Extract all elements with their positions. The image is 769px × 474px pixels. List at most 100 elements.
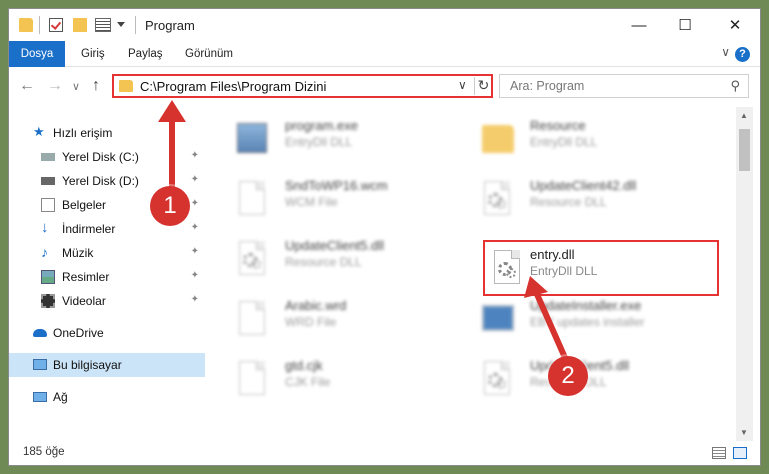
scroll-down-icon[interactable]: ▼ <box>740 428 748 437</box>
file-name: gtd.cjk <box>285 358 323 373</box>
properties-check-icon[interactable] <box>49 18 63 32</box>
expand-ribbon-icon[interactable]: ∨ <box>721 45 730 59</box>
sidebar-item-network[interactable]: Ağ <box>9 385 205 409</box>
file-item[interactable]: Arabic.wrd WRD File <box>225 291 465 347</box>
search-input[interactable]: Ara: Program <box>510 79 584 93</box>
file-item[interactable]: program.exe EntryDll DLL <box>225 111 465 167</box>
pin-icon: ✦ <box>190 270 199 281</box>
file-item[interactable]: UpdateClient5.dll Resource DLL <box>225 231 465 287</box>
minimize-button[interactable]: — <box>616 9 662 41</box>
back-icon[interactable]: ← <box>19 77 35 95</box>
installer-icon <box>480 299 516 339</box>
customize-toolbar-arrow-icon[interactable] <box>117 22 125 27</box>
drive-icon <box>41 153 55 161</box>
address-bar[interactable]: C:\Program Files\Program Dizini ∨ ↻ <box>112 74 493 98</box>
recent-locations-icon[interactable]: ∨ <box>72 80 80 93</box>
network-icon <box>33 392 47 402</box>
file-name: UpdateInstaller.exe <box>530 298 642 313</box>
file-item[interactable]: UpdateClient5.dll Resource DLL <box>470 351 710 407</box>
status-bar: 185 öğe <box>9 441 760 465</box>
pin-icon: ✦ <box>190 294 199 305</box>
pictures-icon <box>41 270 55 284</box>
file-item[interactable]: UpdateClient42.dll Resource DLL <box>470 171 710 227</box>
pin-icon: ✦ <box>190 246 199 257</box>
sidebar-item-label: İndirmeler <box>62 222 116 236</box>
file-type: EntryDll DLL <box>285 135 353 149</box>
address-path[interactable]: C:\Program Files\Program Dizini <box>140 79 326 94</box>
file-name: UpdateClient42.dll <box>530 178 637 193</box>
sidebar-item-this-pc[interactable]: Bu bilgisayar <box>9 353 205 377</box>
navigation-bar: ← → ∨ ↑ C:\Program Files\Program Dizini … <box>9 67 760 107</box>
maximize-button[interactable]: ☐ <box>662 9 708 41</box>
scrollbar-thumb[interactable] <box>739 129 750 171</box>
navigation-pane: ★ Hızlı erişim Yerel Disk (C:) ✦ Yerel D… <box>9 107 205 441</box>
pin-icon: ✦ <box>190 174 199 185</box>
document-icon <box>235 359 271 399</box>
sidebar-item-pictures[interactable]: Resimler ✦ <box>9 265 205 289</box>
file-item[interactable]: gtd.cjk CJK File <box>225 351 465 407</box>
pin-icon: ✦ <box>190 150 199 161</box>
item-count: 185 öğe <box>23 446 65 458</box>
selection-highlight-box <box>483 240 719 296</box>
file-type: CJK File <box>285 375 331 389</box>
tab-share[interactable]: Paylaş <box>128 41 163 67</box>
search-icon[interactable]: ⚲ <box>730 78 740 94</box>
file-type: WRD File <box>285 315 337 329</box>
file-name: SndToWP16.wcm <box>285 178 388 193</box>
chevron-down-icon[interactable]: ∨ <box>458 78 467 92</box>
file-name: Arabic.wrd <box>285 298 347 313</box>
cloud-icon <box>33 329 47 337</box>
file-name: Resource <box>530 118 586 133</box>
file-item[interactable]: UpdateInstaller.exe EBY updates installe… <box>470 291 710 347</box>
sidebar-item-label: Yerel Disk (C:) <box>62 150 139 164</box>
videos-icon <box>41 294 55 308</box>
folder-icon <box>480 119 516 159</box>
explorer-window: Program — ☐ ✕ Dosya Giriş Paylaş Görünüm… <box>8 8 761 466</box>
divider <box>135 16 136 34</box>
sidebar-item-label: Resimler <box>62 270 110 284</box>
file-type: Resource DLL <box>285 255 362 269</box>
tab-home[interactable]: Giriş <box>81 41 105 67</box>
customize-view-icon[interactable] <box>95 18 111 32</box>
dll-gear-icon <box>235 239 271 279</box>
sidebar-item-drive-c[interactable]: Yerel Disk (C:) ✦ <box>9 145 205 169</box>
sidebar-item-label: Hızlı erişim <box>53 126 113 140</box>
ribbon: Dosya Giriş Paylaş Görünüm ∨ ? <box>9 41 760 67</box>
details-view-icon[interactable] <box>712 447 726 459</box>
dll-gear-icon <box>480 359 516 399</box>
search-box[interactable]: Ara: Program ⚲ <box>499 74 749 98</box>
downloads-icon: ↓ <box>41 219 49 236</box>
application-icon <box>235 119 271 159</box>
title-bar: Program — ☐ ✕ <box>9 9 760 41</box>
folder-icon <box>19 18 33 32</box>
documents-icon <box>41 198 55 212</box>
file-item[interactable]: Resource EntryDll DLL <box>470 111 710 167</box>
document-icon <box>235 179 271 219</box>
forward-icon[interactable]: → <box>47 77 63 95</box>
close-button[interactable]: ✕ <box>712 9 758 41</box>
sidebar-item-label: Yerel Disk (D:) <box>62 174 139 188</box>
scroll-up-icon[interactable]: ▲ <box>740 111 748 120</box>
star-icon: ★ <box>33 124 45 139</box>
music-icon: ♪ <box>41 244 48 260</box>
tab-file[interactable]: Dosya <box>9 41 65 67</box>
sidebar-item-quick-access[interactable]: ★ Hızlı erişim <box>9 121 205 145</box>
sidebar-item-music[interactable]: ♪ Müzik ✦ <box>9 241 205 265</box>
tab-view[interactable]: Görünüm <box>185 41 233 67</box>
sidebar-item-videos[interactable]: Videolar ✦ <box>9 289 205 313</box>
file-type: WCM File <box>285 195 338 209</box>
refresh-icon[interactable]: ↻ <box>474 77 492 95</box>
document-icon <box>235 299 271 339</box>
large-icons-view-icon[interactable] <box>733 447 747 459</box>
up-icon[interactable]: ↑ <box>92 77 100 95</box>
file-item[interactable]: SndToWP16.wcm WCM File <box>225 171 465 227</box>
sidebar-item-onedrive[interactable]: OneDrive <box>9 321 205 345</box>
sidebar-item-label: Videolar <box>62 294 106 308</box>
pin-icon: ✦ <box>190 198 199 209</box>
new-folder-icon[interactable] <box>73 18 87 32</box>
drive-icon <box>41 177 55 185</box>
help-icon[interactable]: ? <box>735 47 750 62</box>
file-type: Resource DLL <box>530 195 607 209</box>
sidebar-item-label: Bu bilgisayar <box>53 358 122 372</box>
vertical-scrollbar[interactable]: ▲ ▼ <box>736 107 753 441</box>
